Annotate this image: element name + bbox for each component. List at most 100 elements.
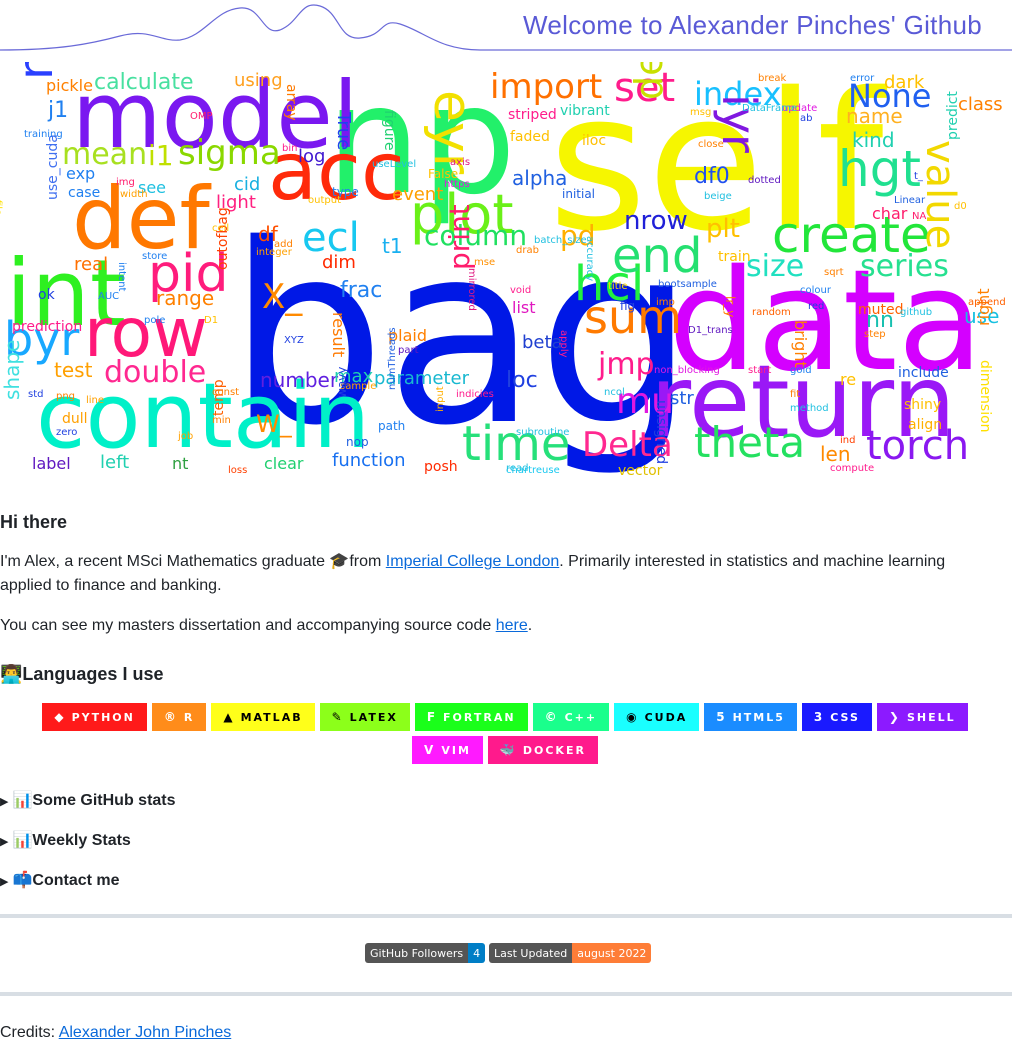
wordcloud-word: indicies: [456, 389, 494, 400]
wordcloud-word: input: [435, 386, 446, 412]
wordcloud-word: loss: [228, 465, 248, 476]
wordcloud-word: numThreads: [387, 327, 398, 390]
wordcloud-word: fig: [620, 299, 636, 313]
wordcloud-word: compute: [830, 463, 875, 474]
badge-label: LATEX: [349, 710, 398, 724]
wordcloud-word: method: [790, 403, 829, 414]
wordcloud-word: exp: [66, 164, 96, 183]
cuda-icon: ◉: [626, 710, 637, 724]
divider: [0, 914, 1012, 918]
wordcloud-word: cell: [212, 223, 230, 234]
python-icon: ◆: [54, 710, 64, 724]
badge-matlab: ▲ MATLAB: [211, 703, 315, 731]
wordcloud-word: iloc: [582, 133, 607, 149]
wordcloud-word: https: [444, 179, 470, 190]
wordcloud-word: muted: [858, 302, 904, 318]
details-github-stats[interactable]: ▶ 📊Some GitHub stats: [0, 790, 176, 810]
wordcloud-word: bin: [282, 143, 298, 154]
wordcloud-word: nrow: [624, 206, 688, 236]
followers-badge[interactable]: GitHub Followers 4: [365, 943, 486, 963]
wordcloud-word: beige: [704, 191, 732, 202]
wordcloud-word: end: [612, 228, 703, 284]
wordcloud-word: left: [100, 452, 130, 473]
wordcloud-word: vector: [618, 463, 663, 478]
wordcloud-word: random: [752, 307, 791, 318]
wordcloud-word: train: [718, 249, 751, 265]
followers-badge-value: 4: [468, 943, 486, 963]
header-title: Welcome to Alexander Pinches' Github: [523, 10, 982, 40]
wordcloud-word: github: [900, 307, 933, 318]
wordcloud-word: ind: [840, 435, 856, 446]
wordcloud-word: case: [68, 185, 101, 201]
languages-heading-text: Languages I use: [22, 664, 164, 684]
wordcloud-word: output: [308, 195, 341, 206]
wordcloud-word: t_: [914, 171, 923, 182]
badge-label: VIM: [441, 743, 471, 757]
badge-docker: 🐳 DOCKER: [487, 736, 598, 764]
wordcloud-word: batch_size: [534, 235, 587, 246]
details-weekly-stats[interactable]: ▶ 📊Weekly Stats: [0, 830, 131, 850]
wordcloud-word: void: [510, 285, 532, 296]
badge-label: C++: [564, 710, 598, 724]
wordcloud-word: sigma: [178, 133, 281, 173]
wordcloud-word: job: [178, 431, 194, 442]
details-contact-me[interactable]: ▶ 📫Contact me: [0, 870, 120, 890]
wordcloud-word: zero: [56, 427, 78, 438]
wordcloud-word: series: [860, 249, 949, 284]
wordcloud-image: self bag data np model contain return int def acc…: [0, 62, 1012, 478]
wordcloud-word: alpha: [512, 166, 568, 190]
wordcloud-word: True: [333, 112, 354, 151]
intro-heading: Hi there: [0, 512, 68, 532]
credits-link[interactable]: Alexander John Pinches: [59, 1024, 232, 1041]
wordcloud-word: value: [917, 140, 963, 250]
wordcloud-word: red: [808, 301, 825, 312]
wordcloud-word: const: [212, 387, 240, 398]
wordcloud-word: class: [958, 94, 1003, 115]
badge-shell: ❯ SHELL: [876, 703, 968, 731]
wordcloud-word: step: [864, 329, 886, 340]
wordcloud-word: outofbag: [215, 207, 231, 270]
wordcloud-word: OMP: [190, 111, 213, 122]
language-badges: ◆ PYTHON ® R ▲ MATLAB ✎ LATEX F FORTRAN © C++ ◉ CUDA 5…: [30, 703, 980, 764]
css-icon: 3: [813, 710, 823, 724]
credits-label: Credits:: [0, 1024, 59, 1041]
wordcloud-word: file: [0, 200, 3, 216]
wordcloud-word: frac: [340, 278, 383, 303]
wordcloud-word: bootsample: [658, 279, 717, 290]
wordcloud-word: line: [86, 395, 105, 406]
wordcloud-word: part: [398, 345, 419, 356]
imperial-college-link[interactable]: Imperial College London: [386, 553, 559, 570]
wordcloud-word: jmp: [598, 347, 655, 382]
badge-cuda: ◉ CUDA: [614, 703, 700, 731]
wordcloud-word: sqrt: [824, 267, 844, 278]
dissertation-link[interactable]: here: [496, 617, 528, 634]
wordcloud-word: import: [490, 67, 603, 107]
badge-label: CUDA: [644, 710, 688, 724]
wordcloud-word: useLevel: [372, 159, 417, 170]
wordcloud-word: function: [332, 450, 406, 471]
wordcloud-word: std: [28, 389, 44, 400]
wordcloud-word: len: [820, 442, 851, 466]
wordcloud-word: double: [104, 355, 207, 390]
wordcloud-word: title: [608, 281, 628, 292]
disclosure-triangle-icon: ▶: [0, 876, 9, 888]
details-label: Contact me: [32, 872, 120, 889]
badge-label: MATLAB: [240, 710, 303, 724]
wordcloud-word: test: [54, 358, 93, 382]
credits-line: Credits: Alexander John Pinches: [0, 1021, 990, 1045]
details-label: Some GitHub stats: [32, 792, 176, 809]
wordcloud-word: ok: [38, 287, 55, 303]
wordcloud-word: lr_y: [723, 296, 737, 318]
wordcloud-word: D1: [204, 315, 219, 326]
badge-label: PYTHON: [71, 710, 135, 724]
wordcloud-word: dark: [884, 72, 925, 93]
wordcloud-word: break: [758, 73, 787, 84]
intro-paragraph: I'm Alex, a recent MSci Mathematics grad…: [0, 550, 990, 598]
wordcloud-word: char: [872, 204, 908, 223]
wordcloud-word: beta: [522, 332, 563, 353]
wordcloud-word: shape: [0, 339, 24, 400]
badge-label: CSS: [830, 710, 860, 724]
shell-icon: ❯: [888, 710, 899, 724]
wordcloud-word: using: [234, 70, 283, 91]
wordcloud-word: vibrant: [560, 103, 610, 119]
